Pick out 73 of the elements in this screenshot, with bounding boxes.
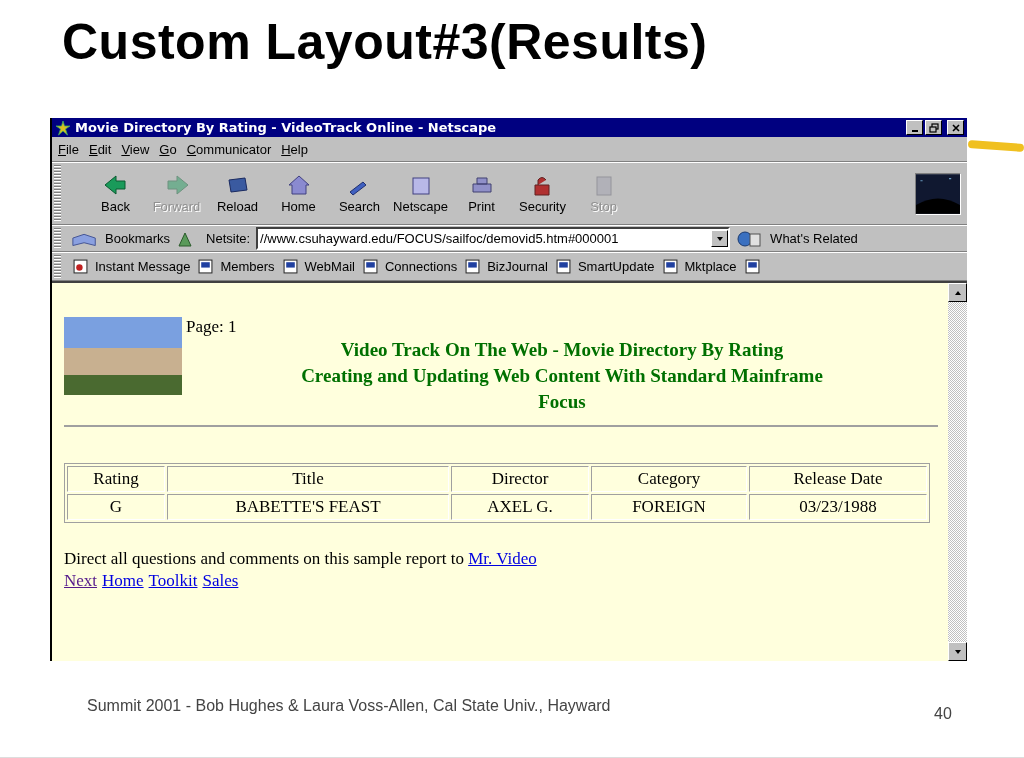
page-icon	[662, 259, 678, 274]
bookmarks-button[interactable]: Bookmarks	[105, 231, 171, 246]
page-icon	[362, 259, 378, 274]
menu-item[interactable]: View	[120, 141, 151, 157]
column-header: Title	[167, 466, 449, 492]
column-header: Release Date	[749, 466, 927, 492]
bookmark-link[interactable]: SmartUpdate	[577, 259, 655, 274]
table-cell: BABETTE'S FEAST	[167, 494, 449, 520]
bookmark-link[interactable]: Connections	[384, 259, 458, 274]
toolbar-button[interactable]: Reload	[207, 173, 268, 214]
nav-link[interactable]: Toolkit	[148, 571, 198, 591]
toolbar-button[interactable]: Netscape	[390, 173, 451, 214]
page-icon	[465, 259, 481, 274]
report-heading: Creating and Updating Web Content With Standard Mainframe	[300, 364, 824, 388]
bookmark-link[interactable]: WebMail	[304, 259, 355, 274]
menu-item[interactable]: Help	[280, 141, 309, 157]
location-label: Netsite:	[206, 231, 251, 246]
back-arrow-icon	[102, 173, 129, 196]
page-icon	[555, 259, 571, 274]
nav-link[interactable]: Next	[64, 571, 98, 591]
column-header: Director	[451, 466, 589, 492]
close-icon	[950, 122, 961, 133]
toolbar-grip[interactable]	[54, 165, 61, 222]
restore-icon	[928, 122, 939, 133]
window-title: Movie Directory By Rating - VideoTrack Online - Netscape	[75, 120, 497, 135]
menu-item[interactable]: File	[57, 141, 80, 157]
page-icon	[198, 259, 214, 274]
contact-note: Direct all questions and comments on this sample report to Mr. Video	[64, 548, 538, 570]
page-icon	[282, 259, 298, 274]
url-field[interactable]: //www.csuhayward.edu/FOCUS/sailfoc/demovid5.htm#000001	[256, 227, 731, 250]
table-cell: 03/23/1988	[749, 494, 927, 520]
footer-credit: Summit 2001 - Bob Hughes & Laura Voss-Allen, Cal State Univ., Hayward	[87, 697, 611, 715]
close-button[interactable]	[947, 120, 964, 135]
toolbar-grip[interactable]	[54, 255, 61, 278]
page-number-label: Page: 1	[186, 317, 238, 337]
toolbar-button[interactable]: Print	[451, 173, 512, 214]
scroll-up-button[interactable]	[948, 283, 967, 302]
contact-link[interactable]: Mr. Video	[468, 549, 537, 568]
nav-link[interactable]: Sales	[202, 571, 239, 591]
dropdown-button[interactable]	[711, 230, 729, 247]
bookmark-link[interactable]: Members	[220, 259, 275, 274]
column-header: Category	[591, 466, 747, 492]
scroll-down-button[interactable]	[948, 642, 967, 661]
slide-title: Custom Layout#3(Results)	[62, 13, 708, 72]
whats-related-button[interactable]: What's Related	[770, 231, 858, 246]
message-icon	[73, 259, 88, 274]
marker-stroke	[967, 140, 1024, 152]
star-icon	[55, 119, 71, 136]
slide-number: 40	[934, 705, 952, 723]
toolbar-button[interactable]: Security	[512, 173, 573, 214]
scrollbar[interactable]	[948, 283, 967, 661]
bookmark-link[interactable]: Mktplace	[684, 259, 737, 274]
toolbar-button[interactable]: Home	[268, 173, 329, 214]
netscape-logo	[915, 172, 961, 215]
toolbar-button[interactable]: Search	[329, 173, 390, 214]
menu-item[interactable]: Communicator	[185, 141, 273, 157]
table-cell: AXEL G.	[451, 494, 589, 520]
toolbar-button[interactable]: Back	[85, 173, 146, 214]
nav-link[interactable]: Home	[102, 571, 144, 591]
report-heading: Focus	[537, 390, 587, 414]
menu-item[interactable]: Edit	[87, 141, 113, 157]
menu-item[interactable]: Go	[158, 141, 178, 157]
toolbar-grip[interactable]	[54, 228, 61, 249]
minimize-button[interactable]	[906, 120, 923, 135]
table-cell: G	[67, 494, 165, 520]
bookmark-link[interactable]: BizJournal	[487, 259, 548, 274]
page-icon[interactable]	[744, 259, 760, 274]
table-cell: FOREIGN	[591, 494, 747, 520]
restore-button[interactable]	[925, 120, 942, 135]
bookmark-link[interactable]: Instant Message	[95, 259, 191, 274]
column-header: Rating	[67, 466, 165, 492]
report-heading: Video Track On The Web - Movie Directory By Rating	[339, 338, 785, 362]
minimize-icon	[911, 129, 918, 132]
